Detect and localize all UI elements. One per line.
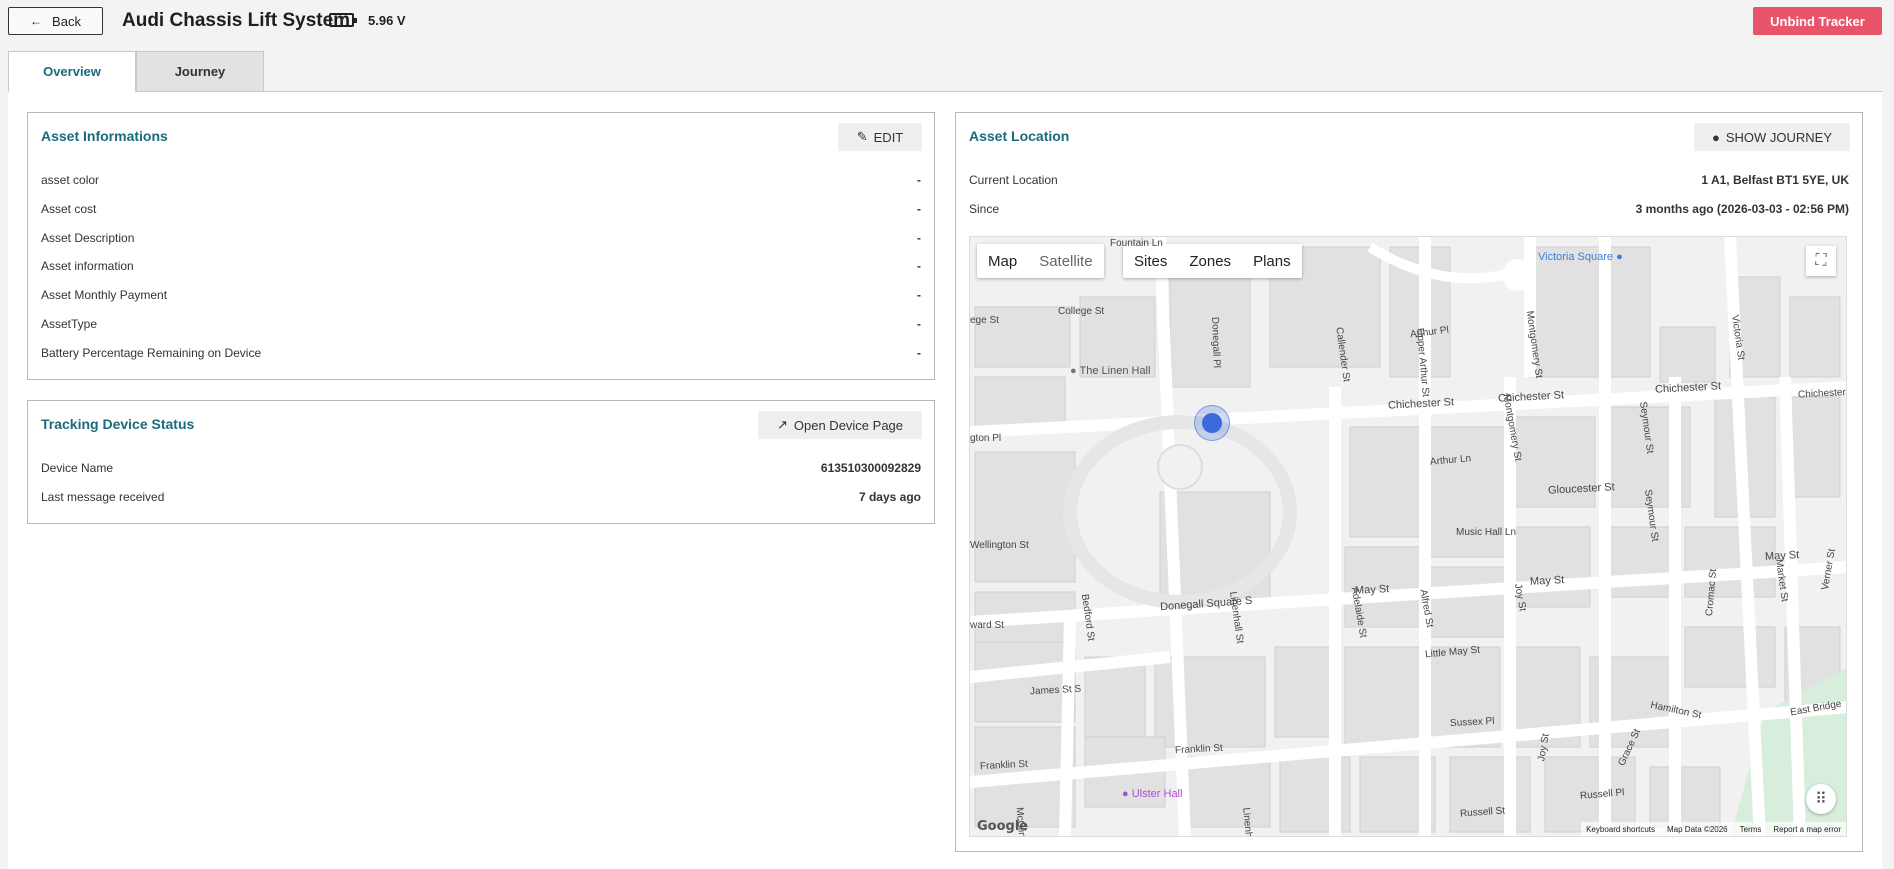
page-title: Audi Chassis Lift System <box>122 10 351 31</box>
info-row: Asset information - <box>41 256 921 276</box>
info-row: Asset Description - <box>41 228 921 248</box>
back-label: Back <box>52 13 81 29</box>
street-label: Fountain Ln <box>1110 238 1163 249</box>
since-label: Since <box>969 202 1000 216</box>
poi-linen-hall[interactable]: ● The Linen Hall <box>1070 365 1150 377</box>
info-row: Asset cost - <box>41 199 921 219</box>
info-row: asset color - <box>41 170 921 190</box>
poi-label: Ulster Hall <box>1131 788 1183 800</box>
since-value: 3 months ago (2026-03-03 - 02:56 PM) <box>1635 202 1849 216</box>
info-row-value: - <box>917 346 921 360</box>
location-map[interactable]: Map Satellite Sites Zones Plans ⛶ Victor… <box>969 236 1847 837</box>
show-journey-button[interactable]: ● SHOW JOURNEY <box>1694 123 1850 151</box>
battery-icon: ? <box>329 13 357 27</box>
external-link-icon: ↗ <box>776 417 788 432</box>
globe-icon: ● <box>1711 129 1720 145</box>
info-row-label: asset color <box>41 173 100 187</box>
device-status-card: Tracking Device Status ↗ Open Device Pag… <box>27 400 935 524</box>
street-label: Sussex Pl <box>1449 715 1495 730</box>
info-row-value: - <box>917 288 921 302</box>
asset-info-card: Asset Informations ✎ EDIT asset color - … <box>27 112 935 380</box>
fullscreen-icon[interactable]: ⛶ <box>1806 246 1836 276</box>
street-label: ward St <box>970 620 1004 631</box>
edit-button[interactable]: ✎ EDIT <box>838 123 922 151</box>
info-row-value: - <box>917 202 921 216</box>
layer-zones[interactable]: Zones <box>1178 244 1242 278</box>
info-row-label: Asset cost <box>41 202 97 216</box>
poi-ulster-hall[interactable]: ● Ulster Hall <box>1122 788 1182 800</box>
poi-label: Victoria Square <box>1538 251 1614 263</box>
device-row-value: 7 days ago <box>858 490 921 504</box>
map-data-label: Map Data ©2026 <box>1667 824 1728 834</box>
edit-label: EDIT <box>873 129 904 145</box>
info-row-label: Battery Percentage Remaining on Device <box>41 346 262 360</box>
map-type-satellite[interactable]: Satellite <box>1028 244 1103 278</box>
street-label: Music Hall Ln <box>1456 527 1517 538</box>
info-row: Battery Percentage Remaining on Device - <box>41 343 921 363</box>
top-bar: ← Back Audi Chassis Lift System ? 5.96 V… <box>0 0 1894 44</box>
street-label: May St <box>1529 574 1565 588</box>
info-row-value: - <box>917 231 921 245</box>
poi-label: The Linen Hall <box>1079 365 1151 377</box>
info-row-value: - <box>917 173 921 187</box>
recenter-icon[interactable]: ⠿ <box>1806 784 1836 814</box>
pencil-icon: ✎ <box>856 129 868 144</box>
arrow-left-icon: ← <box>30 14 43 28</box>
library-pin-icon: ● <box>1070 365 1077 377</box>
map-type-control: Map Satellite <box>977 244 1104 278</box>
asset-location-title: Asset Location <box>969 128 1070 144</box>
info-row-value: - <box>917 259 921 273</box>
info-row-label: Asset Description <box>41 231 135 245</box>
terms-link[interactable]: Terms <box>1740 825 1762 834</box>
show-journey-label: SHOW JOURNEY <box>1725 129 1833 145</box>
battery-icon-text: ? <box>338 14 345 26</box>
report-error-link[interactable]: Report a map error <box>1773 825 1841 834</box>
asset-location-marker[interactable] <box>1194 405 1230 441</box>
tab-bar: Overview Journey <box>8 51 264 92</box>
tab-overview[interactable]: Overview <box>8 51 136 92</box>
info-row-label: Asset Monthly Payment <box>41 288 168 302</box>
layer-sites[interactable]: Sites <box>1123 244 1178 278</box>
device-row-label: Device Name <box>41 461 114 475</box>
device-status-title: Tracking Device Status <box>41 416 195 432</box>
current-location-label: Current Location <box>969 173 1058 187</box>
asset-info-title: Asset Informations <box>41 128 168 144</box>
map-type-map[interactable]: Map <box>977 244 1028 278</box>
poi-victoria-square[interactable]: Victoria Square ● <box>1538 251 1623 263</box>
info-row-label: AssetType <box>41 317 98 331</box>
layer-plans[interactable]: Plans <box>1242 244 1302 278</box>
info-row: AssetType - <box>41 314 921 334</box>
keyboard-shortcuts-link[interactable]: Keyboard shortcuts <box>1586 825 1655 834</box>
google-logo: Google <box>977 819 1029 834</box>
street-label: Donegall Pl <box>1209 316 1222 369</box>
map-layer-control: Sites Zones Plans <box>1123 244 1302 278</box>
device-row: Last message received 7 days ago <box>41 487 921 507</box>
map-canvas <box>970 237 1846 836</box>
unbind-tracker-button[interactable]: Unbind Tracker <box>1753 7 1882 35</box>
street-label: ege St <box>970 315 999 326</box>
since-row: Since 3 months ago (2026-03-03 - 02:56 P… <box>969 199 1849 219</box>
open-device-page-button[interactable]: ↗ Open Device Page <box>758 411 922 439</box>
street-label: gton Pl <box>970 433 1002 444</box>
info-row: Asset Monthly Payment - <box>41 285 921 305</box>
info-row-label: Asset information <box>41 259 134 273</box>
device-row: Device Name 613510300092829 <box>41 458 921 478</box>
music-pin-icon: ● <box>1122 788 1129 800</box>
location-row: Current Location 1 A1, Belfast BT1 5YE, … <box>969 170 1849 190</box>
device-row-label: Last message received <box>41 490 165 504</box>
info-row-value: - <box>917 317 921 331</box>
voltage-value: 5.96 V <box>368 13 406 28</box>
open-device-page-label: Open Device Page <box>793 417 904 433</box>
shopping-pin-icon: ● <box>1616 251 1623 263</box>
street-label: College St <box>1058 306 1105 317</box>
street-label: Wellington St <box>970 540 1029 551</box>
tab-journey[interactable]: Journey <box>136 51 264 92</box>
back-button[interactable]: ← Back <box>8 7 103 35</box>
map-attribution: Keyboard shortcuts Map Data ©2026 Terms … <box>1581 822 1846 836</box>
current-location-value: 1 A1, Belfast BT1 5YE, UK <box>1701 173 1849 187</box>
device-row-value: 613510300092829 <box>820 461 921 475</box>
